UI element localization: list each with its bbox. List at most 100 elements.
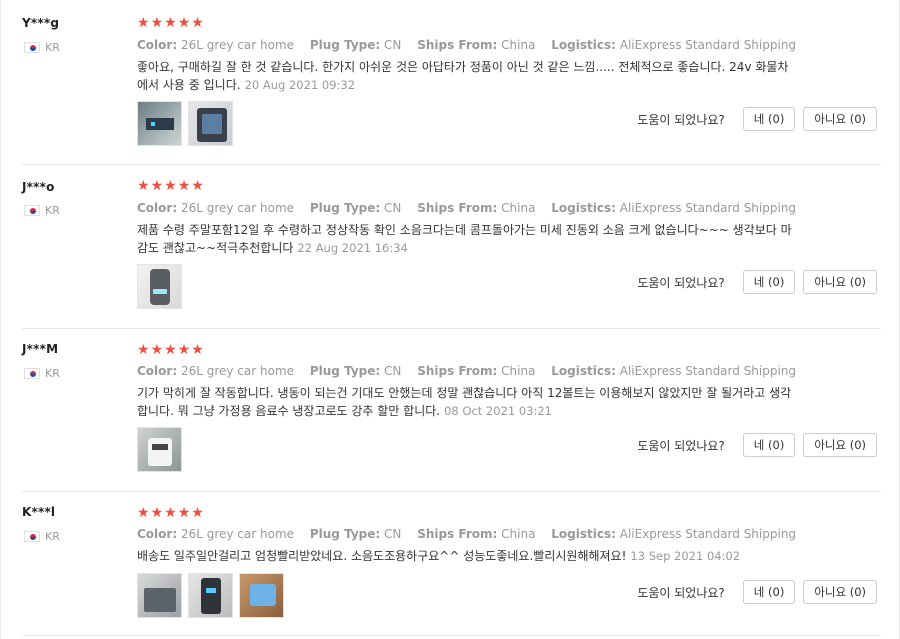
star-rating: ★ ★ ★ ★ ★ <box>137 506 205 520</box>
helpful-yes-button[interactable]: 네 (0) <box>742 107 796 131</box>
color-value: 26L grey car home <box>180 364 295 378</box>
reviewer-country: KR <box>24 41 60 54</box>
review-image[interactable] <box>137 101 182 146</box>
star-icon: ★ <box>177 342 191 358</box>
review-images <box>137 573 290 618</box>
sku-attributes: Color: 26L grey car home Plug Type: CN S… <box>137 527 808 541</box>
helpful-no-button[interactable]: 아니요 (0) <box>803 580 877 604</box>
logistics-label: Logistics: <box>551 38 616 52</box>
logistics-value: AliExpress Standard Shipping <box>619 364 797 378</box>
reviewer-name: J***M <box>22 342 59 356</box>
color-label: Color: <box>137 527 178 541</box>
logistics-value: AliExpress Standard Shipping <box>619 38 797 52</box>
color-label: Color: <box>137 38 178 52</box>
plug-value: CN <box>384 201 402 215</box>
helpful-question: 도움이 되었나요? <box>637 438 725 453</box>
star-icon: ★ <box>137 178 150 194</box>
sku-attributes: Color: 26L grey car home Plug Type: CN S… <box>137 201 808 215</box>
star-icon: ★ <box>191 505 204 521</box>
review-image[interactable] <box>239 573 284 618</box>
plug-value: CN <box>384 527 402 541</box>
ships-value: China <box>501 527 536 541</box>
reviewer-name: J***o <box>22 180 55 194</box>
divider <box>22 491 881 492</box>
review-date: 08 Oct 2021 03:21 <box>444 404 553 418</box>
review-image[interactable] <box>137 573 182 618</box>
star-icon: ★ <box>150 342 164 358</box>
review-text: 배송도 일주일안걸리고 엄청빨리받았네요. 소음도조용하구요^^ 성능도좋네요.… <box>137 547 797 565</box>
color-label: Color: <box>137 364 178 378</box>
plug-label: Plug Type: <box>309 364 381 378</box>
helpful-no-button[interactable]: 아니요 (0) <box>803 107 877 131</box>
helpful-question: 도움이 되었나요? <box>637 585 725 600</box>
reviewer-name: Y***g <box>22 16 60 30</box>
color-value: 26L grey car home <box>180 201 295 215</box>
country-code: KR <box>45 367 60 380</box>
star-icon: ★ <box>164 178 177 194</box>
helpful-vote: 도움이 되었나요? 네 (0) 아니요 (0) <box>637 107 877 131</box>
review-image[interactable] <box>137 427 182 472</box>
star-icon: ★ <box>137 505 150 521</box>
helpful-yes-button[interactable]: 네 (0) <box>742 433 796 457</box>
star-icon: ★ <box>177 505 191 521</box>
helpful-no-button[interactable]: 아니요 (0) <box>803 270 877 294</box>
star-icon: ★ <box>191 15 204 31</box>
helpful-question: 도움이 되었나요? <box>637 112 725 127</box>
kr-flag-icon <box>24 205 40 216</box>
review-images <box>137 101 239 146</box>
review-body: 제품 수령 주말포함12일 후 수령하고 정상작동 확인 소음크다는데 콤프돌아… <box>137 223 792 255</box>
ships-label: Ships From: <box>417 364 498 378</box>
review-text: 기가 막히게 잘 작동합니다. 냉동이 되는건 기대도 안했는데 정말 괜찮습니… <box>137 384 797 420</box>
star-icon: ★ <box>150 505 164 521</box>
helpful-yes-button[interactable]: 네 (0) <box>742 580 796 604</box>
country-code: KR <box>45 41 60 54</box>
review-body: 좋아요, 구매하길 잘 한 것 같습니다. 한가지 아쉬운 것은 아답타가 정품… <box>137 60 789 92</box>
star-icon: ★ <box>177 15 191 31</box>
logistics-label: Logistics: <box>551 364 616 378</box>
color-value: 26L grey car home <box>180 527 295 541</box>
helpful-vote: 도움이 되었나요? 네 (0) 아니요 (0) <box>637 580 877 604</box>
logistics-value: AliExpress Standard Shipping <box>619 527 797 541</box>
star-icon: ★ <box>137 15 150 31</box>
review-date: 13 Sep 2021 04:02 <box>630 549 741 563</box>
logistics-label: Logistics: <box>551 527 616 541</box>
review-text: 제품 수령 주말포함12일 후 수령하고 정상작동 확인 소음크다는데 콤프돌아… <box>137 221 797 257</box>
kr-flag-icon <box>24 368 40 379</box>
divider <box>22 328 881 329</box>
ships-label: Ships From: <box>417 38 498 52</box>
review-image[interactable] <box>188 101 233 146</box>
ships-value: China <box>501 201 536 215</box>
star-icon: ★ <box>150 15 164 31</box>
star-icon: ★ <box>164 15 177 31</box>
color-value: 26L grey car home <box>180 38 295 52</box>
review-images <box>137 427 188 472</box>
plug-value: CN <box>384 38 402 52</box>
review-image[interactable] <box>188 573 233 618</box>
country-code: KR <box>45 530 60 543</box>
reviewer-country: KR <box>24 530 60 543</box>
sku-attributes: Color: 26L grey car home Plug Type: CN S… <box>137 364 808 378</box>
review-image[interactable] <box>137 264 182 309</box>
ships-label: Ships From: <box>417 201 498 215</box>
sku-attributes: Color: 26L grey car home Plug Type: CN S… <box>137 38 808 52</box>
ships-value: China <box>501 38 536 52</box>
helpful-vote: 도움이 되었나요? 네 (0) 아니요 (0) <box>637 270 877 294</box>
helpful-vote: 도움이 되었나요? 네 (0) 아니요 (0) <box>637 433 877 457</box>
helpful-yes-button[interactable]: 네 (0) <box>742 270 796 294</box>
kr-flag-icon <box>24 531 40 542</box>
review-text: 좋아요, 구매하길 잘 한 것 같습니다. 한가지 아쉬운 것은 아답타가 정품… <box>137 58 797 94</box>
helpful-no-button[interactable]: 아니요 (0) <box>803 433 877 457</box>
helpful-question: 도움이 되었나요? <box>637 275 725 290</box>
country-code: KR <box>45 204 60 217</box>
star-icon: ★ <box>177 178 191 194</box>
review-date: 20 Aug 2021 09:32 <box>244 78 356 92</box>
divider <box>22 635 881 636</box>
logistics-value: AliExpress Standard Shipping <box>619 201 797 215</box>
star-rating: ★ ★ ★ ★ ★ <box>137 343 205 357</box>
color-label: Color: <box>137 201 178 215</box>
ships-value: China <box>501 364 536 378</box>
plug-label: Plug Type: <box>309 201 381 215</box>
divider <box>22 164 881 165</box>
review-images <box>137 264 188 309</box>
star-icon: ★ <box>191 178 204 194</box>
